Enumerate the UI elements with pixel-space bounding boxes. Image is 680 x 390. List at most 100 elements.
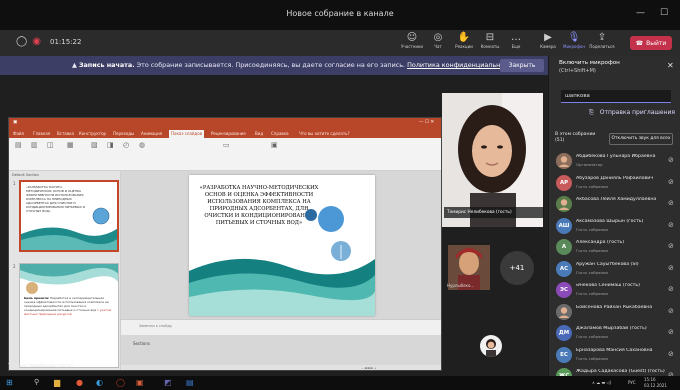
teams-icon[interactable]: ◩ [164, 378, 172, 387]
hide-slide-icon[interactable]: ◨ [107, 141, 114, 149]
notes-pane[interactable]: Заметки к слайду [121, 319, 441, 335]
share-button[interactable]: ⇪ Поделиться [587, 32, 617, 50]
send-invite-button[interactable]: ⎘ Отправка приглашения [589, 109, 675, 117]
participant-search-input[interactable] [561, 90, 671, 103]
tab-insert[interactable]: Вставка [57, 131, 74, 136]
participant-row[interactable]: ЖСЖадыра Садакасова (Guest) (гость)Гость… [549, 365, 680, 376]
ribbon-tabs: Файл Главная Вставка Конструктор Переход… [9, 129, 441, 138]
muted-mic-icon[interactable]: ⊘ [668, 264, 674, 272]
participant-row[interactable]: Бойсенова Райхан Рыкабаевна ⊘ [549, 301, 680, 323]
mic-button[interactable]: 🎙 Микрофон [559, 32, 589, 50]
in-meeting-group-label[interactable]: В этом собрании (51) [555, 132, 597, 144]
warning-icon: ▲ [72, 61, 79, 69]
rehearse-icon[interactable]: ◴ [123, 141, 129, 149]
wave-graphic [21, 207, 117, 250]
slide-editor: «РАЗРАБОТКА НАУЧНО-МЕТОДИЧЕСКИХ ОСНОВ И … [121, 171, 441, 370]
participant-role: Гость собрания [576, 248, 608, 253]
tab-transitions[interactable]: Переходы [113, 131, 134, 136]
meeting-toolbar: ◯ ◉ 01:15:22 ☺ Участники ◎ Чат ✋ Реакции… [0, 30, 680, 56]
participant-avatar: ЖС [556, 368, 572, 376]
section-header: Default Section [12, 173, 39, 177]
muted-mic-icon[interactable]: ⊘ [668, 242, 674, 250]
minimize-icon[interactable]: — [636, 8, 645, 18]
clock-date[interactable]: 03.12.2021 [644, 383, 667, 388]
muted-mic-icon[interactable]: ⊘ [668, 350, 674, 358]
ribbon: ▤ ▥ ◫ ▦ ▧ ◨ ◴ ◍ ▭ ▣ [9, 138, 441, 171]
more-participants-button[interactable]: +41 [500, 251, 534, 285]
participant-role: Гость собрания [576, 291, 608, 296]
participant-avatar [556, 303, 572, 320]
tell-me-search[interactable]: Что вы хотите сделать? [299, 131, 350, 136]
slide-thumbnails: Default Section 1 «РАЗРАБОТКА НАУЧНО-МЕТ… [9, 171, 121, 370]
microphone-icon: 🎙 [567, 32, 581, 43]
slide-thumbnail-1[interactable]: «РАЗРАБОТКА НАУЧНО-МЕТОДИЧЕСКИХ ОСНОВ И … [19, 180, 119, 252]
participant-name: Бойсенова Райхан Рыкабаевна [576, 304, 653, 310]
tab-design[interactable]: Конструктор [79, 131, 106, 136]
tab-help[interactable]: Справка [271, 131, 289, 136]
muted-mic-icon[interactable]: ⊘ [668, 221, 674, 229]
search-icon[interactable]: ⚲ [34, 378, 39, 386]
participant-row[interactable]: ДМ Джаламов Мырзабай (гость) Гость собрани… [549, 322, 680, 344]
shared-screen: ▣ — ☐ ✕ Файл Главная Вставка Конструктор… [8, 117, 442, 371]
participant-row[interactable]: ЕС Ерназарова Мансия Сахановна Гость собра… [549, 344, 680, 366]
word-icon[interactable]: ▤ [186, 378, 194, 387]
language-indicator[interactable]: РУС [628, 380, 636, 385]
current-slide[interactable]: «РАЗРАБОТКА НАУЧНО-МЕТОДИЧЕСКИХ ОСНОВ И … [189, 175, 375, 316]
windows-start-icon[interactable]: ⊞ [6, 378, 13, 387]
opera-icon[interactable]: ◯ [116, 378, 125, 387]
self-video[interactable] [480, 335, 502, 357]
custom-show-icon[interactable]: ▦ [67, 141, 74, 149]
participant-row[interactable]: АР Абузаров Данияль Рафаилович Гость собра… [549, 172, 680, 194]
monitor-icon[interactable]: ▭ [223, 141, 230, 149]
more-button[interactable]: … Еще [501, 32, 531, 50]
slideshow-current-icon[interactable]: ▥ [31, 141, 38, 149]
tab-slideshow[interactable]: Показ слайдов [169, 130, 205, 138]
slide-thumbnail-2[interactable]: Цель проекта: Разработка и экспериментал… [19, 263, 119, 368]
muted-mic-icon[interactable]: ⊘ [668, 285, 674, 293]
tab-file[interactable]: Файл [13, 131, 24, 136]
recording-icon: ◉ [32, 36, 41, 47]
participant-row[interactable]: АС Аружан Сауытбекова (SI) Гость собрания ⊘ [549, 258, 680, 280]
participant-name: Әнекова Сенимаш (гость) [576, 283, 640, 288]
participant-avatar: АШ [556, 217, 572, 234]
slideshow-online-icon[interactable]: ◫ [47, 141, 54, 149]
clock-time[interactable]: 15:16 [644, 377, 656, 382]
participant-name: Ерназарова Мансия Сахановна [576, 347, 653, 353]
participant-avatar: ДМ [556, 325, 572, 341]
muted-mic-icon[interactable]: ⊘ [668, 156, 674, 164]
tab-animations[interactable]: Анимация [141, 131, 162, 136]
muted-mic-icon[interactable]: ⊘ [668, 328, 674, 336]
muted-mic-icon[interactable]: ⊘ [668, 307, 674, 315]
setup-show-icon[interactable]: ▧ [91, 141, 98, 149]
zoom-slider-icon[interactable]: − ▬▬▬ + [361, 366, 376, 370]
self-avatar-image [480, 335, 502, 357]
participant-row[interactable]: Абдибекова Гульнара Ибраевна Организатор ⊘ [549, 150, 680, 172]
participant-row[interactable]: А Александра (гость) Гость собрания ⊘ [549, 236, 680, 258]
tab-view[interactable]: Вид [255, 131, 263, 136]
presenter-view-icon[interactable]: ▣ [271, 141, 278, 149]
tab-home[interactable]: Главная [33, 131, 50, 136]
participant-row[interactable]: АШ Аксамазова Шырын (гость) Гость собрания… [549, 215, 680, 237]
shield-icon[interactable]: ◯ [16, 36, 27, 47]
mute-all-button[interactable]: Отключить звук для всех [609, 133, 673, 145]
participant-avatar: АР [556, 174, 572, 191]
record-show-icon[interactable]: ◍ [139, 141, 145, 149]
muted-mic-icon[interactable]: ⊘ [668, 178, 674, 186]
tray-icons[interactable]: ∧ ☁ ▬ ◁) [592, 380, 611, 385]
close-panel-icon[interactable]: ✕ [667, 61, 674, 70]
browser-icon[interactable]: ● [76, 378, 83, 387]
muted-mic-icon[interactable]: ⊘ [668, 199, 674, 207]
tab-review[interactable]: Рецензирование [211, 131, 246, 136]
edge-icon[interactable]: ◐ [96, 378, 103, 387]
participant-name: Акбасова Лейля Хамидуллаевна [576, 197, 657, 202]
slideshow-start-icon[interactable]: ▤ [15, 141, 22, 149]
avatar-photo [556, 196, 572, 212]
participant-name: Жадыра Садакасова (Guest) (гость) [576, 369, 665, 374]
banner-close-button[interactable]: Закрыть [500, 59, 544, 72]
participant-row[interactable]: ЭС Әнекова Сенимаш (гость) Гость собрания ⊘ [549, 279, 680, 301]
participant-row[interactable]: Акбасова Лейля Хамидуллаевна ⊘ [549, 193, 680, 215]
powerpoint-icon[interactable]: ▣ [136, 378, 144, 387]
explorer-icon[interactable]: ▆ [54, 378, 60, 387]
maximize-icon[interactable]: ☐ [660, 8, 668, 18]
leave-button[interactable]: ☎ Выйти [630, 36, 672, 50]
